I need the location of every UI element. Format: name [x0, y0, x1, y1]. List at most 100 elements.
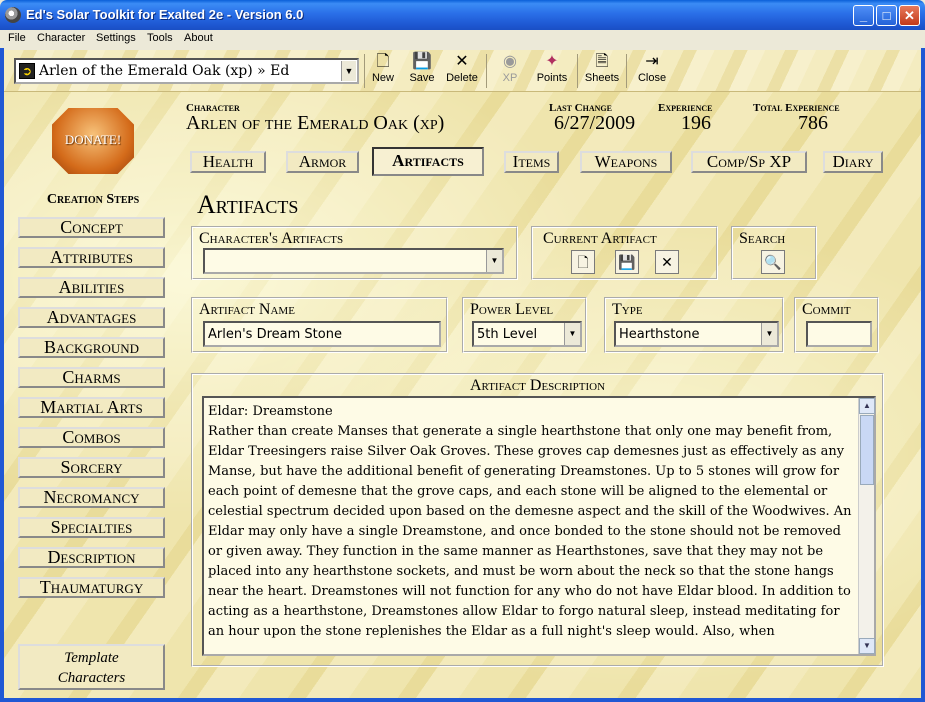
save-artifact-button[interactable]: 💾 [615, 250, 639, 274]
door-icon: ⇥ [645, 53, 659, 70]
close-button[interactable]: ⇥ Close [636, 52, 668, 90]
chevron-down-icon[interactable]: ▼ [486, 250, 502, 272]
app-icon [5, 7, 21, 23]
xp-button[interactable]: ◉ XP [499, 52, 521, 90]
chevron-down-icon[interactable]: ▼ [341, 61, 356, 81]
power-level-value: 5th Level [477, 327, 538, 342]
step-concept-button[interactable]: Concept [18, 217, 165, 238]
x-icon: ✕ [455, 53, 469, 70]
search-label: Search [739, 230, 786, 247]
step-advantages-button[interactable]: Advantages [18, 307, 165, 328]
delete-button[interactable]: ✕ Delete [444, 52, 480, 90]
scroll-down-icon[interactable]: ▼ [859, 638, 875, 654]
power-level-label: Power Level [470, 301, 554, 318]
artifact-description-label: Artifact Description [469, 377, 606, 394]
experience-value: 196 [681, 112, 711, 134]
type-label: Type [612, 301, 643, 318]
scrollbar-thumb[interactable] [860, 415, 874, 485]
tab-diary[interactable]: Diary [823, 151, 883, 173]
artifact-description-textarea[interactable]: Eldar: Dreamstone Rather than create Man… [202, 396, 876, 656]
window-frame-right [921, 48, 925, 702]
tab-artifacts[interactable]: Artifacts [372, 147, 484, 176]
scroll-up-icon[interactable]: ▲ [859, 398, 875, 414]
step-specialties-button[interactable]: Specialties [18, 517, 165, 538]
commit-input[interactable] [806, 321, 872, 347]
template-characters-label: Template Characters [57, 650, 126, 686]
points-icon: ✦ [545, 53, 559, 70]
last-change-value: 6/27/2009 [554, 112, 636, 134]
title-bar: Ed's Solar Toolkit for Exalted 2e - Vers… [0, 0, 925, 30]
creation-steps-title: Creation Steps [46, 192, 140, 207]
save-button[interactable]: 💾 Save [406, 52, 438, 90]
donate-button[interactable]: DONATE! [52, 108, 134, 174]
main-panel: DONATE! Creation Steps Concept Attribute… [4, 92, 921, 698]
artifact-description-text: Eldar: Dreamstone Rather than create Man… [208, 404, 852, 639]
character-select[interactable]: ➲ Arlen of the Emerald Oak (xp) » Ed ▼ [14, 58, 359, 84]
current-artifact-group: Current Artifact 🗋 💾 ✕ [531, 226, 718, 280]
window-frame-bottom [0, 698, 925, 702]
type-select[interactable]: Hearthstone ▼ [614, 321, 779, 347]
new-file-icon: 🗋 [376, 53, 390, 70]
step-thaumaturgy-button[interactable]: Thaumaturgy [18, 577, 165, 598]
step-abilities-button[interactable]: Abilities [18, 277, 165, 298]
xp-icon: ◉ [503, 53, 517, 70]
power-level-select[interactable]: 5th Level ▼ [472, 321, 582, 347]
step-attributes-button[interactable]: Attributes [18, 247, 165, 268]
description-scrollbar[interactable]: ▲ ▼ [858, 398, 875, 654]
power-level-group: Power Level 5th Level ▼ [462, 297, 587, 353]
menu-character[interactable]: Character [37, 32, 85, 44]
step-sorcery-button[interactable]: Sorcery [18, 457, 165, 478]
character-select-value: Arlen of the Emerald Oak (xp) » Ed [39, 63, 290, 79]
characters-artifacts-select[interactable]: ▼ [203, 248, 504, 274]
window-title: Ed's Solar Toolkit for Exalted 2e - Vers… [26, 7, 304, 22]
artifact-name-input[interactable]: Arlen's Dream Stone [203, 321, 441, 347]
commit-label: Commit [802, 301, 851, 318]
artifact-name-value: Arlen's Dream Stone [208, 327, 342, 342]
x-icon: ✕ [661, 254, 673, 270]
menu-tools[interactable]: Tools [147, 32, 173, 44]
new-artifact-button[interactable]: 🗋 [571, 250, 595, 274]
menu-about[interactable]: About [184, 32, 213, 44]
new-button[interactable]: 🗋 New [368, 52, 398, 90]
toolbar-separator [364, 54, 365, 88]
tab-weapons[interactable]: Weapons [580, 151, 672, 173]
chevron-down-icon[interactable]: ▼ [564, 323, 580, 345]
menu-bar: File Character Settings Tools About [0, 30, 925, 48]
total-experience-value: 786 [798, 112, 828, 134]
menu-file[interactable]: File [8, 32, 26, 44]
tab-comp-sp-xp[interactable]: Comp/Sp XP [691, 151, 807, 173]
menu-settings[interactable]: Settings [96, 32, 136, 44]
chevron-down-icon[interactable]: ▼ [761, 323, 777, 345]
maximize-button[interactable]: □ [876, 5, 897, 26]
step-necromancy-button[interactable]: Necromancy [18, 487, 165, 508]
delete-artifact-button[interactable]: ✕ [655, 250, 679, 274]
new-file-icon: 🗋 [577, 254, 589, 270]
step-charms-button[interactable]: Charms [18, 367, 165, 388]
search-button[interactable]: 🔍 [761, 250, 785, 274]
section-title: Artifacts [197, 190, 299, 219]
tab-items[interactable]: Items [504, 151, 559, 173]
toolbar-separator [626, 54, 627, 88]
minimize-button[interactable]: _ [853, 5, 874, 26]
search-icon: 🔍 [764, 254, 782, 270]
tab-health[interactable]: Health [190, 151, 266, 173]
characters-artifacts-group: Character's Artifacts ▼ [191, 226, 518, 280]
floppy-disk-icon: 💾 [412, 53, 432, 70]
floppy-disk-icon: 💾 [618, 254, 636, 270]
step-martial-arts-button[interactable]: Martial Arts [18, 397, 165, 418]
artifact-name-group: Artifact Name Arlen's Dream Stone [191, 297, 448, 353]
template-characters-button[interactable]: Template Characters [18, 644, 165, 690]
sheets-button[interactable]: 🗎 Sheets [584, 52, 620, 90]
type-value: Hearthstone [619, 327, 700, 342]
step-combos-button[interactable]: Combos [18, 427, 165, 448]
search-group: Search 🔍 [731, 226, 817, 280]
step-background-button[interactable]: Background [18, 337, 165, 358]
commit-group: Commit [794, 297, 879, 353]
sheets-icon: 🗎 [595, 53, 609, 70]
points-button[interactable]: ✦ Points [534, 52, 570, 90]
artifact-name-label: Artifact Name [199, 301, 295, 318]
toolbar-separator [486, 54, 487, 88]
tab-armor[interactable]: Armor [286, 151, 359, 173]
step-description-button[interactable]: Description [18, 547, 165, 568]
close-window-button[interactable]: ✕ [899, 5, 920, 26]
